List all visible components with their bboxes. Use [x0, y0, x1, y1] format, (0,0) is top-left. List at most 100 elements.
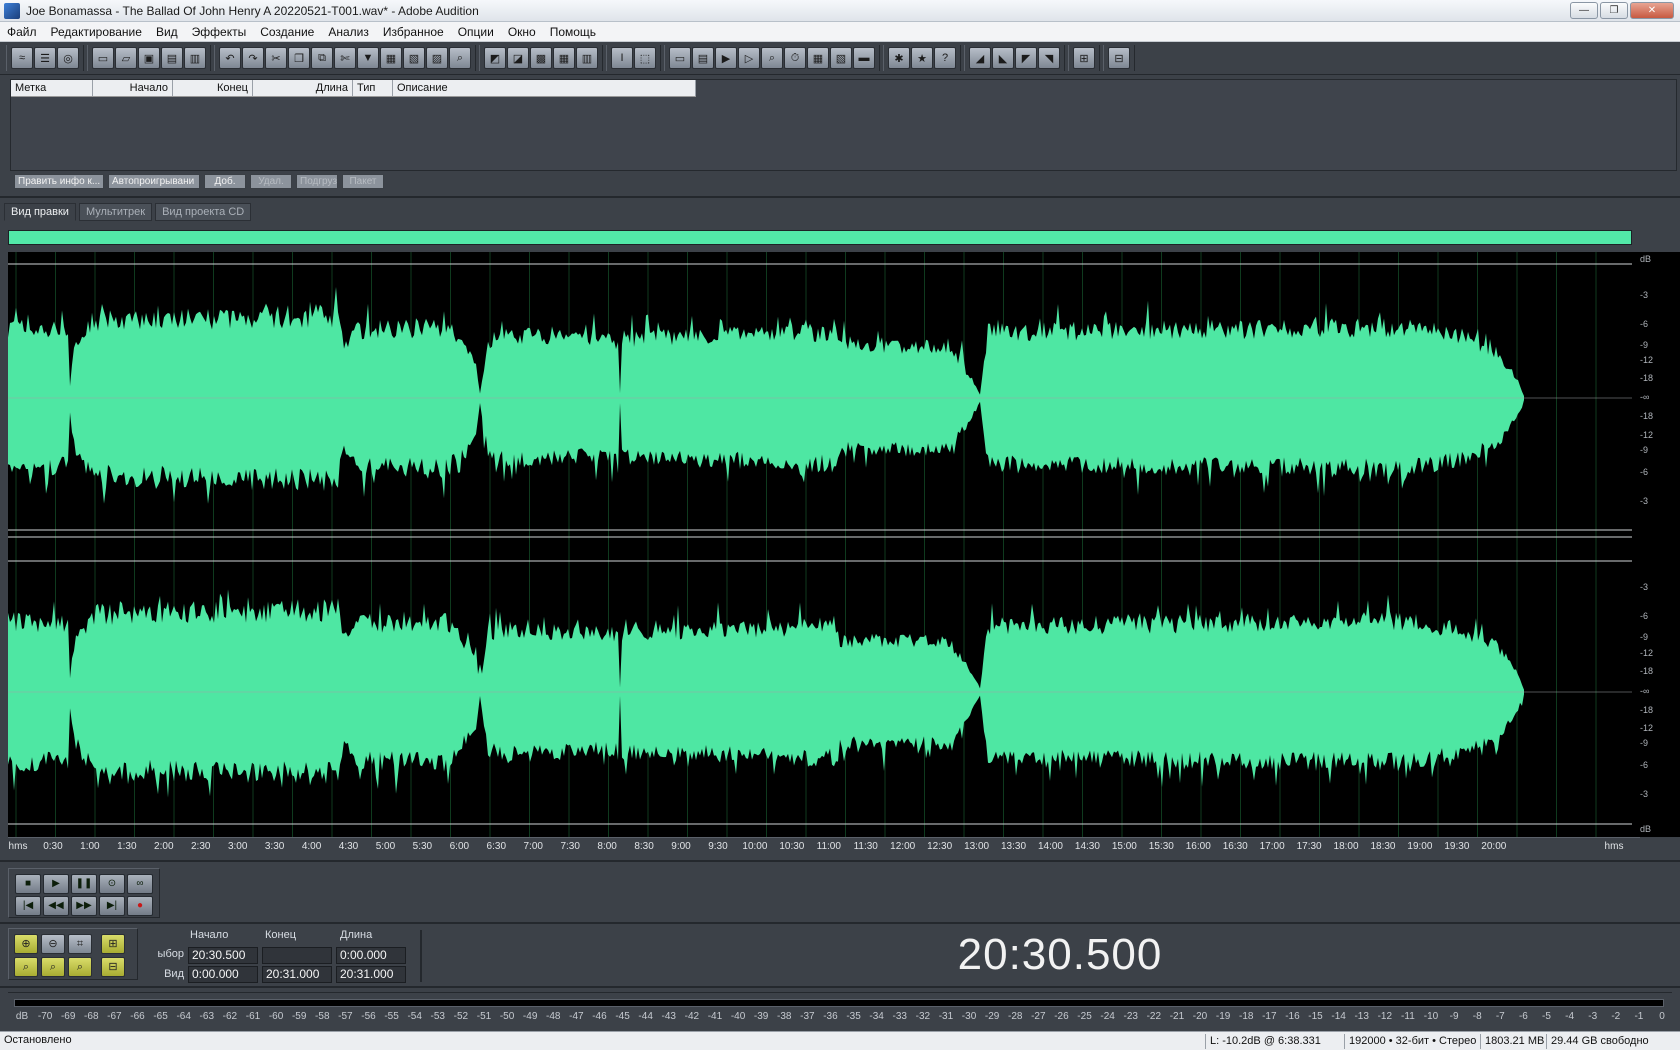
effect-4-icon[interactable]: ◥	[1038, 47, 1060, 69]
favorites-icon[interactable]: ★	[911, 47, 933, 69]
multitrack-view-icon[interactable]: ☰	[34, 47, 56, 69]
cut-to-clipboard-icon[interactable]: ✂	[265, 47, 287, 69]
effect-2-icon[interactable]: ◣	[992, 47, 1014, 69]
menu-analyze[interactable]: Анализ	[321, 25, 376, 39]
column-cue[interactable]: Метка	[11, 80, 93, 96]
column-start[interactable]: Начало	[93, 80, 173, 96]
open-file-icon[interactable]: ▱	[115, 47, 137, 69]
go-to-start-icon[interactable]: |◀	[15, 896, 41, 916]
save-icon[interactable]: ▣	[138, 47, 160, 69]
edit-view-icon[interactable]: ≈	[11, 47, 33, 69]
spectral-pan-icon[interactable]: ▦	[553, 47, 575, 69]
delete-cue-button[interactable]: Удал.	[250, 174, 292, 189]
menu-help[interactable]: Помощь	[543, 25, 603, 39]
view-length-field[interactable]: 20:31.000	[336, 966, 406, 983]
amplify-icon[interactable]: ◩	[484, 47, 506, 69]
tab-cd-project[interactable]: Вид проекта CD	[155, 203, 252, 221]
selection-start-field[interactable]: 20:30.500	[188, 947, 258, 964]
menu-favorites[interactable]: Избранное	[376, 25, 451, 39]
go-to-end-icon[interactable]: ▶|	[99, 896, 125, 916]
add-cue-button[interactable]: Доб.	[204, 174, 246, 189]
menu-options[interactable]: Опции	[451, 25, 501, 39]
menu-window[interactable]: Окно	[501, 25, 543, 39]
save-as-icon[interactable]: ▤	[161, 47, 183, 69]
waveform-display[interactable]	[8, 252, 1632, 837]
column-type[interactable]: Тип	[353, 80, 393, 96]
menu-generate[interactable]: Создание	[253, 25, 321, 39]
selection-length-field[interactable]: 0:00.000	[336, 947, 406, 964]
cd-view-icon[interactable]: ◎	[57, 47, 79, 69]
mix-paste-icon[interactable]: ▧	[403, 47, 425, 69]
record-icon[interactable]: ●	[127, 896, 153, 916]
zoom-selection-icon[interactable]: ⌕	[68, 957, 92, 977]
spectral-phase-icon[interactable]: ▥	[576, 47, 598, 69]
help-icon[interactable]: ?	[934, 47, 956, 69]
transport-window-icon[interactable]: ▶	[715, 47, 737, 69]
batch-icon[interactable]: ⊞	[1073, 47, 1095, 69]
rewind-icon[interactable]: ◀◀	[43, 896, 69, 916]
view-end-field[interactable]: 20:31.000	[262, 966, 332, 983]
zoom-in-vertical-icon[interactable]: ⊞	[101, 934, 125, 954]
cut-icon[interactable]: ✄	[334, 47, 356, 69]
column-length[interactable]: Длина	[253, 80, 353, 96]
batch-cue-button[interactable]: Пакет	[342, 174, 384, 189]
minimize-button[interactable]: —	[1570, 2, 1598, 19]
fast-forward-icon[interactable]: ▶▶	[71, 896, 97, 916]
tab-edit-view[interactable]: Вид правки	[4, 203, 76, 221]
load-cue-button[interactable]: Подгруз.	[296, 174, 338, 189]
play-window-icon[interactable]: ▷	[738, 47, 760, 69]
organizer-icon[interactable]: ▭	[669, 47, 691, 69]
view-start-field[interactable]: 0:00.000	[188, 966, 258, 983]
paste-new-icon[interactable]: ▦	[380, 47, 402, 69]
loop-icon[interactable]: ∞	[127, 874, 153, 894]
restore-button[interactable]: ❐	[1600, 2, 1628, 19]
level-meter-icon[interactable]: ▧	[830, 47, 852, 69]
marquee-tool-icon[interactable]: ⬚	[634, 47, 656, 69]
redo-icon[interactable]: ↷	[242, 47, 264, 69]
menu-edit[interactable]: Редактирование	[44, 25, 149, 39]
pause-icon[interactable]: ❚❚	[71, 874, 97, 894]
column-description[interactable]: Описание	[393, 80, 696, 96]
scripts-icon[interactable]: ⊟	[1108, 47, 1130, 69]
time-ruler[interactable]: hms 0:30 1:00 1:30 2:00 2:30 3:00 3:30 4:00 4:30 5…	[8, 837, 1640, 855]
zoom-out-vertical-icon[interactable]: ⊟	[101, 957, 125, 977]
effect-1-icon[interactable]: ◢	[969, 47, 991, 69]
close-button[interactable]: ✕	[1630, 2, 1674, 19]
play-to-end-icon[interactable]: ⊙	[99, 874, 125, 894]
time-selection-tool-icon[interactable]: I	[611, 47, 633, 69]
copy-to-new-icon[interactable]: ⧉	[311, 47, 333, 69]
zoom-window-icon[interactable]: ⌕	[761, 47, 783, 69]
zoom-full-icon[interactable]: ⌗	[68, 934, 92, 954]
menu-effects[interactable]: Эффекты	[185, 25, 254, 39]
menu-view[interactable]: Вид	[149, 25, 185, 39]
new-file-icon[interactable]: ▭	[92, 47, 114, 69]
status-window-icon[interactable]: ▬	[853, 47, 875, 69]
find-icon[interactable]: ⌕	[449, 47, 471, 69]
paste-icon[interactable]: ▼	[357, 47, 379, 69]
selection-window-icon[interactable]: ▦	[807, 47, 829, 69]
column-end[interactable]: Конец	[173, 80, 253, 96]
menu-file[interactable]: Файл	[0, 25, 44, 39]
effect-3-icon[interactable]: ◤	[1015, 47, 1037, 69]
play-icon[interactable]: ▶	[43, 874, 69, 894]
zoom-to-right-icon[interactable]: ⌕	[41, 957, 65, 977]
selection-end-field[interactable]	[262, 947, 332, 964]
copy-icon[interactable]: ❐	[288, 47, 310, 69]
tab-multitrack[interactable]: Мультитрек	[78, 203, 153, 221]
undo-icon[interactable]: ↶	[219, 47, 241, 69]
time-window-icon[interactable]: ⏱	[784, 47, 806, 69]
stop-icon[interactable]: ■	[15, 874, 41, 894]
zoom-out-icon[interactable]: ⊖	[41, 934, 65, 954]
edit-cue-info-button[interactable]: Править инфо к...	[14, 174, 104, 189]
mixer-icon[interactable]: ▤	[692, 47, 714, 69]
meter-tick-label: dB	[15, 1011, 29, 1022]
spectral-icon[interactable]: ▩	[530, 47, 552, 69]
autoplay-button[interactable]: Автопроигрывани	[108, 174, 200, 189]
envelope-icon[interactable]: ◪	[507, 47, 529, 69]
waveform-overview-bar[interactable]	[8, 230, 1632, 245]
save-selection-icon[interactable]: ▥	[184, 47, 206, 69]
trim-icon[interactable]: ▨	[426, 47, 448, 69]
zoom-to-left-icon[interactable]: ⌕	[14, 957, 38, 977]
zoom-in-icon[interactable]: ⊕	[14, 934, 38, 954]
metronome-icon[interactable]: ✱	[888, 47, 910, 69]
